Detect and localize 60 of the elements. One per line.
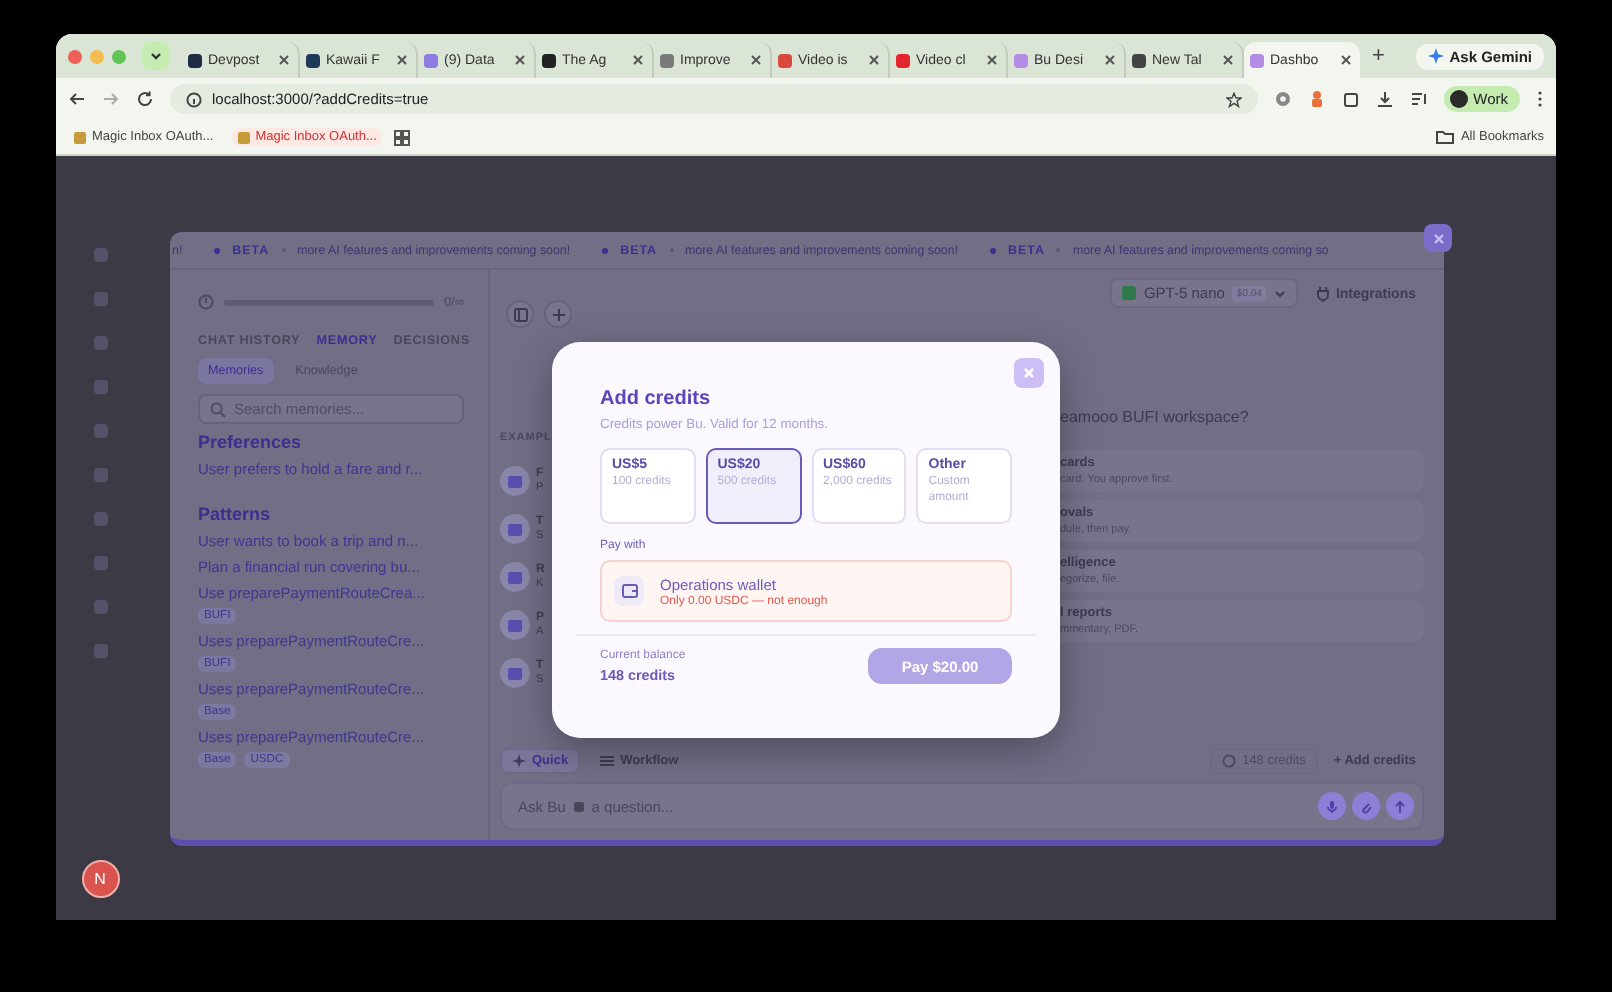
status-dot <box>990 247 997 253</box>
search-icon <box>210 402 226 418</box>
dialog-title: Add credits <box>600 388 713 410</box>
info-icon <box>198 294 214 310</box>
sparkle-icon <box>512 754 526 768</box>
bookmark-favicon-icon <box>237 131 250 143</box>
close-icon[interactable] <box>1338 52 1354 68</box>
close-light[interactable] <box>68 49 82 63</box>
example-illustration-icon <box>506 616 524 634</box>
close-icon <box>1022 366 1036 380</box>
sidebar-icon <box>513 307 527 321</box>
chevron-down-icon[interactable] <box>148 48 164 64</box>
arrow-up-icon <box>1394 799 1406 813</box>
bookmark-favicon-icon <box>74 131 86 143</box>
close-icon[interactable] <box>512 52 528 68</box>
download-icon[interactable] <box>1375 90 1394 108</box>
maximize-light[interactable] <box>112 49 126 63</box>
wallet-icon <box>621 584 637 598</box>
example-illustration-icon <box>506 472 524 490</box>
paperclip-icon <box>1360 799 1372 813</box>
example-illustration-icon <box>506 520 524 538</box>
example-illustration-icon <box>506 568 524 586</box>
status-dot <box>214 247 221 253</box>
star-icon[interactable] <box>1225 91 1242 107</box>
microphone-button[interactable] <box>1318 792 1346 820</box>
close-icon[interactable] <box>1220 52 1236 68</box>
reload-icon[interactable] <box>136 90 154 108</box>
section-heading: Preferences <box>198 432 304 452</box>
model-logo-icon <box>1121 286 1136 300</box>
section-heading: Patterns <box>198 504 273 524</box>
status-dot <box>602 247 609 253</box>
chevron-down-icon <box>1273 287 1286 299</box>
sparkle-icon <box>1427 48 1444 64</box>
close-icon[interactable] <box>866 52 882 68</box>
back-icon[interactable] <box>68 90 86 108</box>
user-avatar[interactable]: N <box>81 860 119 898</box>
close-icon[interactable] <box>276 52 292 68</box>
close-icon[interactable] <box>984 52 1000 68</box>
close-icon[interactable] <box>748 52 764 68</box>
forward-icon[interactable] <box>102 90 120 108</box>
send-button[interactable] <box>1386 792 1414 820</box>
new-tab-button[interactable]: + <box>1372 44 1385 68</box>
list-icon <box>600 754 615 768</box>
microphone-icon <box>1326 799 1338 813</box>
close-icon[interactable] <box>1102 52 1118 68</box>
sidebar-toggle-button[interactable] <box>506 300 534 328</box>
more-icon[interactable] <box>1536 90 1544 108</box>
apps-grid-icon[interactable] <box>394 129 411 145</box>
close-icon <box>1431 231 1445 245</box>
attach-button[interactable] <box>1352 792 1380 820</box>
close-button[interactable] <box>1424 224 1452 252</box>
info-icon <box>186 91 202 107</box>
extension-figure-icon[interactable] <box>1307 90 1326 108</box>
example-illustration-icon <box>506 664 524 682</box>
plug-icon <box>1315 286 1330 302</box>
new-chat-button[interactable] <box>544 300 572 328</box>
folder-icon <box>1436 130 1455 144</box>
close-icon[interactable] <box>394 52 410 68</box>
close-icon[interactable] <box>630 52 646 68</box>
plus-icon <box>551 307 565 321</box>
